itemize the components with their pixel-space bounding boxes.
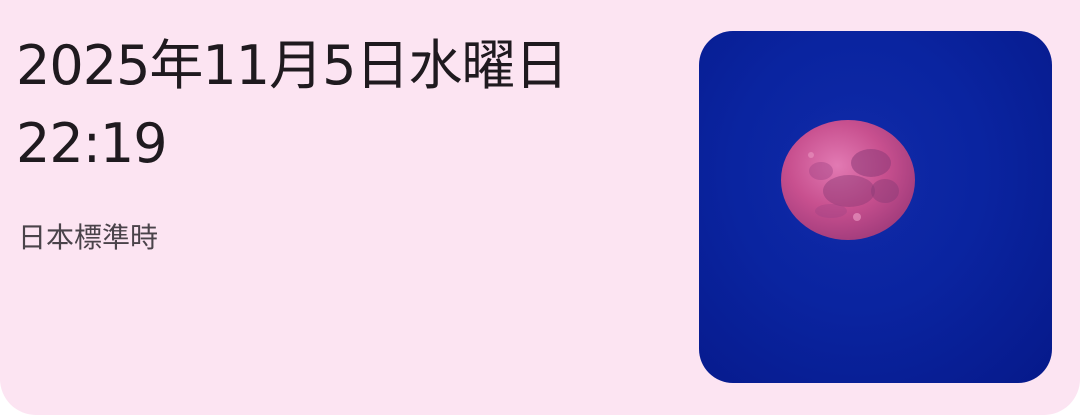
time-text: 22:19 bbox=[16, 112, 168, 175]
timezone-label: 日本標準時 bbox=[18, 221, 159, 254]
date-text: 2025年11月5日水曜日 bbox=[16, 34, 568, 97]
moon-photo[interactable] bbox=[699, 31, 1052, 383]
full-moon-icon bbox=[753, 88, 943, 272]
clock-widget-card[interactable]: 2025年11月5日水曜日 22:19 日本標準時 bbox=[0, 0, 1080, 415]
